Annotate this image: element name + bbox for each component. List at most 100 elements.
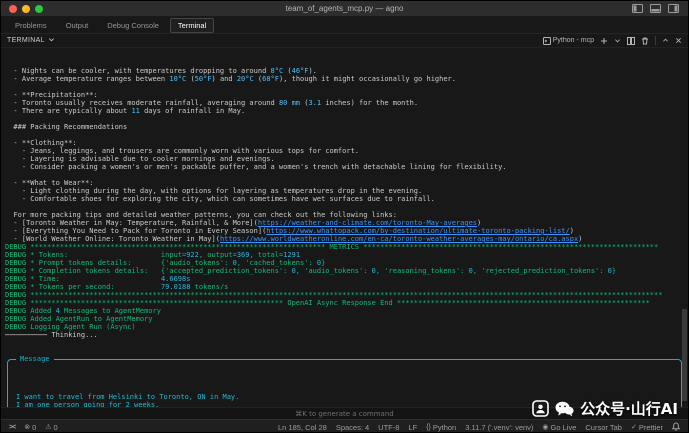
terminal-line (5, 83, 684, 91)
close-panel-icon[interactable] (675, 37, 682, 44)
terminal-icon (543, 37, 551, 45)
split-terminal-icon[interactable] (627, 37, 635, 45)
terminal-session-item[interactable]: Python - mcp (543, 37, 594, 45)
terminal-line: - There are typically about 11 days of r… (5, 107, 684, 115)
vscode-window: team_of_agents_mcp.py — agno ProblemsOut… (0, 0, 689, 433)
cursor-position-label: Ln 185, Col 28 (278, 423, 327, 432)
zoom-window-button[interactable] (35, 5, 43, 13)
terminal-line: DEBUG * Prompt tokens details: {'audio_t… (5, 259, 684, 267)
terminal-section[interactable]: TERMINAL (7, 36, 55, 45)
terminal-line: ### Packing Recommendations (5, 123, 684, 131)
python-interpreter[interactable]: 3.11.7 ('.venv': venv) (465, 423, 533, 432)
terminal-line: DEBUG * Completion tokens details: {'acc… (5, 267, 684, 275)
notifications-bell-icon[interactable] (672, 422, 680, 433)
terminal-line (5, 115, 684, 123)
problems-errors[interactable]: ⊗0 (24, 423, 36, 432)
language-mode[interactable]: {}Python (426, 423, 456, 432)
terminal-scrollbar[interactable] (682, 309, 687, 401)
terminal-line (5, 131, 684, 139)
go-live[interactable]: ◉Go Live (542, 423, 576, 432)
eol-selector-label: LF (408, 423, 417, 432)
panel-tab-terminal[interactable]: Terminal (170, 18, 214, 33)
broadcast-icon: ◉ (542, 423, 548, 431)
minimize-window-button[interactable] (22, 5, 30, 13)
terminal-line: - Average temperature ranges between 10°… (5, 75, 684, 83)
terminal-line: - **Clothing**: (5, 139, 684, 147)
terminal-line: DEBUG Added AgentRun to AgentMemory (5, 315, 684, 323)
panel-tab-bar: ProblemsOutputDebug ConsoleTerminal (1, 17, 688, 34)
remote-icon: >< (9, 424, 15, 431)
watermark-text: 公众号·山行AI (580, 398, 678, 419)
terminal-line: - Layering is advisable due to cooler mo… (5, 155, 684, 163)
terminal-line: - **What to Wear**: (5, 179, 684, 187)
message-box-title: Message (16, 355, 54, 363)
panel-tab-debug-console[interactable]: Debug Console (99, 18, 167, 33)
toggle-sidebar-right-icon[interactable] (668, 4, 679, 13)
wechat-icon (555, 401, 574, 417)
divider (655, 36, 656, 45)
maximize-panel-icon[interactable] (662, 37, 669, 44)
profile-icon (532, 400, 549, 417)
new-terminal-icon[interactable] (600, 37, 608, 45)
encoding-label: UTF-8 (378, 423, 399, 432)
status-left-group: ><⊗0⚠0 (9, 423, 58, 432)
terminal-line: - Consider packing a women's or men's pa… (5, 163, 684, 171)
terminal-line: DEBUG **********************************… (5, 243, 684, 251)
terminal-line: DEBUG Logging Agent Run (Async) (5, 323, 684, 331)
error-icon: ⊗ (24, 423, 30, 431)
go-live-label: Go Live (551, 423, 577, 432)
terminal-line: For more packing tips and detailed weath… (5, 211, 684, 219)
status-bar: ><⊗0⚠0 Ln 185, Col 28Spaces: 4UTF-8LF{}P… (1, 419, 688, 433)
terminal-line: - **Precipitation**: (5, 91, 684, 99)
terminal-line: DEBUG * Time: 4.6698s (5, 275, 684, 283)
indentation-label: Spaces: 4 (336, 423, 369, 432)
terminal-line: - [Toronto Weather in May: Temperature, … (5, 219, 684, 227)
warning-icon: ⚠ (45, 423, 51, 431)
status-right-group: Ln 185, Col 28 Spaces: 4 UTF-8 LF {}Python 3.… (278, 423, 663, 432)
terminal-line: - Comfortable shoes for exploring the ci… (5, 195, 684, 203)
terminal-line: - Nights can be cooler, with temperature… (5, 67, 684, 75)
terminal-line: - Toronto usually receives moderate rain… (5, 99, 684, 107)
terminal-line (5, 203, 684, 211)
check-icon: ✓ (631, 423, 637, 431)
language-mode-label: Python (433, 423, 456, 432)
remote-indicator[interactable]: >< (9, 424, 15, 431)
terminal-line: DEBUG * Tokens per second: 79.0188 token… (5, 283, 684, 291)
prettier[interactable]: ✓Prettier (631, 423, 663, 432)
terminal-panel[interactable]: - Nights can be cooler, with temperature… (1, 48, 688, 407)
cursor-tab[interactable]: Cursor Tab (585, 423, 622, 432)
terminal-line (5, 171, 684, 179)
window-title: team_of_agents_mcp.py — agno (1, 4, 688, 13)
panel-tab-problems[interactable]: Problems (7, 18, 55, 33)
terminal-line: - [World Weather Online: Toronto Weather… (5, 235, 684, 243)
panel-tab-output[interactable]: Output (58, 18, 97, 33)
problems-warnings-label: 0 (54, 423, 58, 432)
toggle-sidebar-left-icon[interactable] (632, 4, 643, 13)
terminal-line: - Jeans, leggings, and trousers are comm… (5, 147, 684, 155)
problems-warnings[interactable]: ⚠0 (45, 423, 57, 432)
cursor-position[interactable]: Ln 185, Col 28 (278, 423, 327, 432)
indentation[interactable]: Spaces: 4 (336, 423, 369, 432)
terminal-line: DEBUG Added 4 Messages to AgentMemory (5, 307, 684, 315)
terminal-session-label: Python - mcp (553, 37, 594, 44)
braces-icon: {} (426, 424, 431, 431)
watermark: 公众号·山行AI (532, 398, 678, 419)
terminal-line: ━━━━━━━━━━ Thinking... (5, 331, 684, 339)
chevron-down-icon (48, 36, 55, 45)
terminal-title: TERMINAL (7, 37, 45, 44)
title-bar: team_of_agents_mcp.py — agno (1, 1, 688, 17)
generate-command-hint: ⌘K to generate a command (295, 410, 393, 418)
toggle-panel-icon[interactable] (650, 4, 661, 13)
terminal-line: DEBUG **********************************… (5, 299, 684, 307)
launch-profile-chevron-icon[interactable] (614, 37, 621, 44)
cursor-tab-label: Cursor Tab (585, 423, 622, 432)
eol-selector[interactable]: LF (408, 423, 417, 432)
problems-errors-label: 0 (32, 423, 36, 432)
terminal-line: DEBUG * Tokens: input=922, output=369, t… (5, 251, 684, 259)
python-interpreter-label: 3.11.7 ('.venv': venv) (465, 423, 533, 432)
encoding[interactable]: UTF-8 (378, 423, 399, 432)
prettier-label: Prettier (639, 423, 663, 432)
terminal-header: TERMINAL Python - mcp (1, 34, 688, 48)
kill-terminal-icon[interactable] (641, 37, 649, 45)
close-window-button[interactable] (9, 5, 17, 13)
